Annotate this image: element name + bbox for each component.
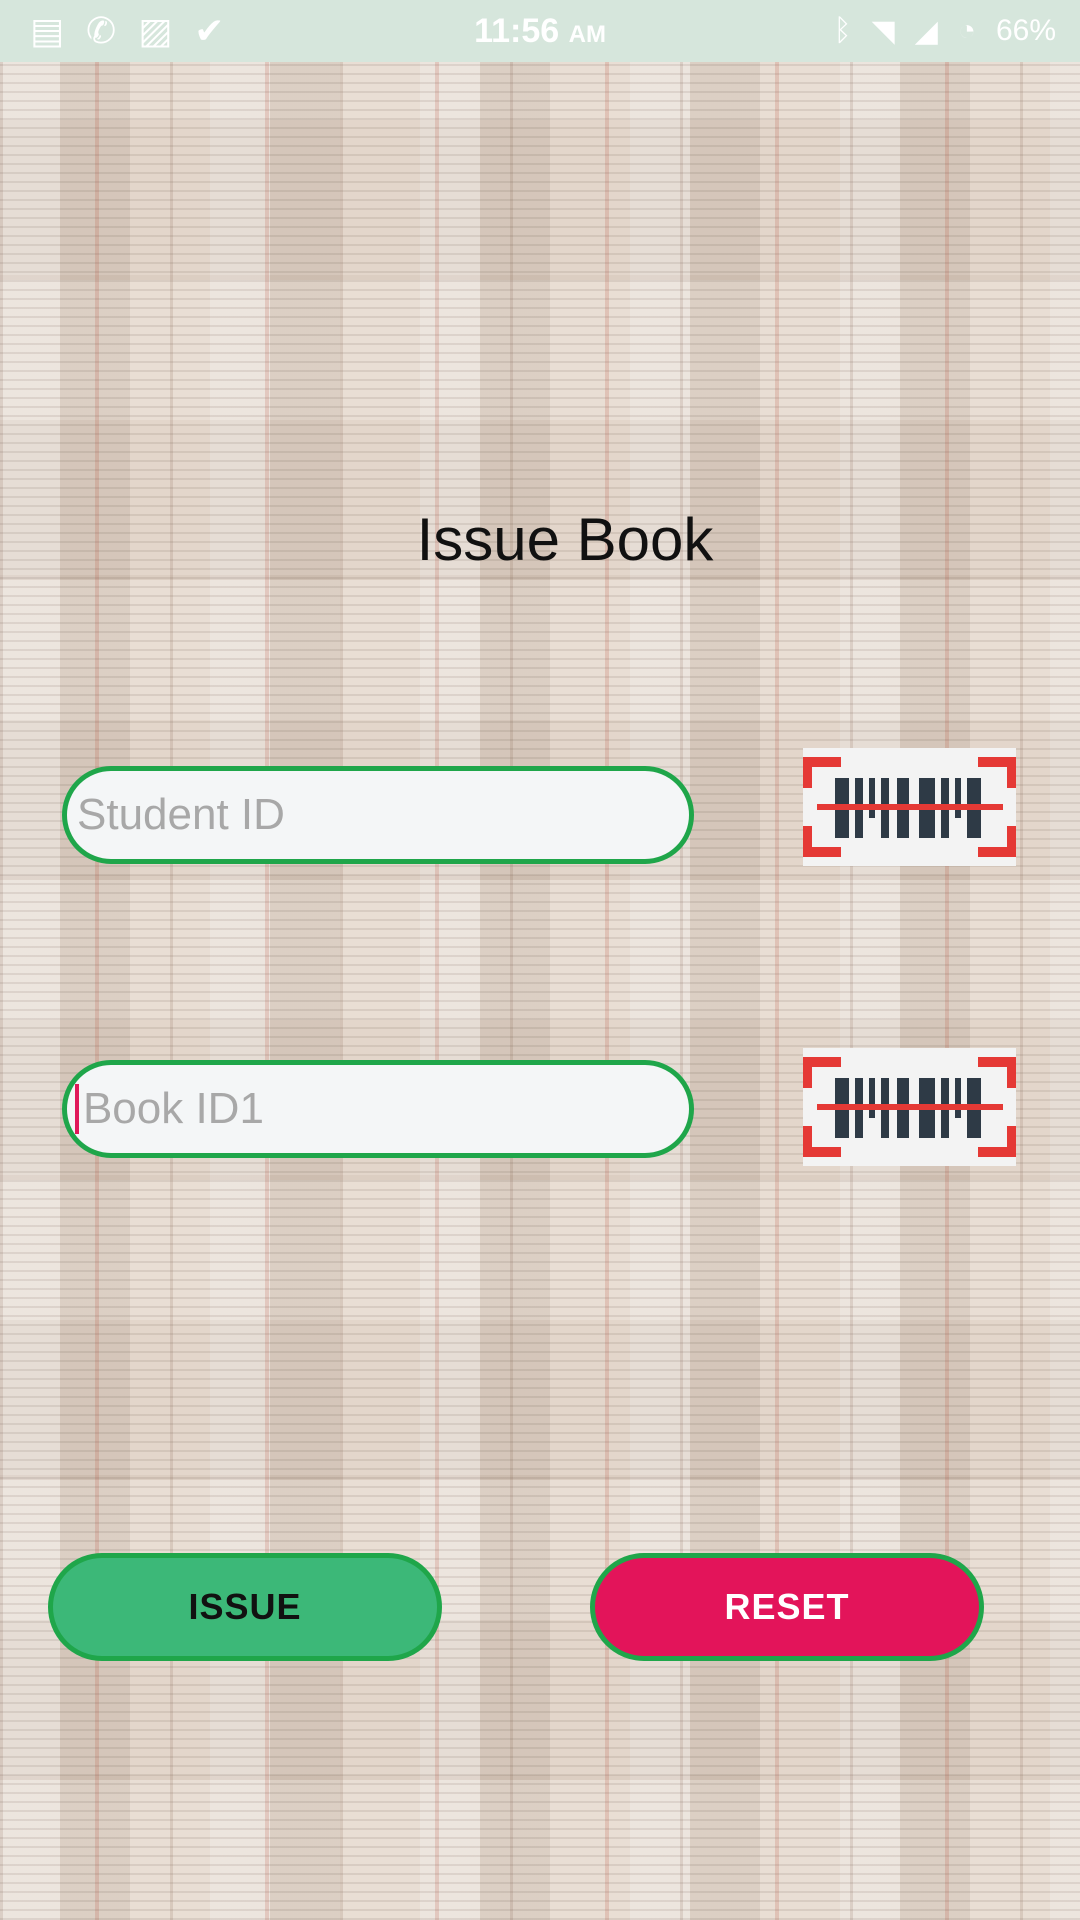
issue-button[interactable]: ISSUE (48, 1553, 442, 1661)
clock: 11:56 AM (0, 12, 1080, 51)
status-bar: ▤ ✆ ▨ ✔ 11:56 AM ᛒ ◥ ◢ ◔ 66% (0, 0, 1080, 62)
scan-book-id-button[interactable] (802, 1048, 1017, 1166)
reset-button[interactable]: RESET (590, 1553, 984, 1661)
student-id-input[interactable] (75, 789, 689, 841)
text-cursor (75, 1084, 79, 1134)
clock-suffix: AM (568, 20, 606, 48)
student-id-field[interactable] (62, 766, 694, 864)
book-id-input[interactable] (80, 1083, 689, 1135)
scan-student-id-button[interactable] (802, 748, 1017, 866)
barcode-scanner-icon (802, 1057, 1017, 1157)
book-id-field[interactable] (62, 1060, 694, 1158)
page-title: Issue Book (416, 506, 714, 573)
barcode-scanner-icon (802, 757, 1017, 857)
clock-time: 11:56 (474, 11, 560, 50)
